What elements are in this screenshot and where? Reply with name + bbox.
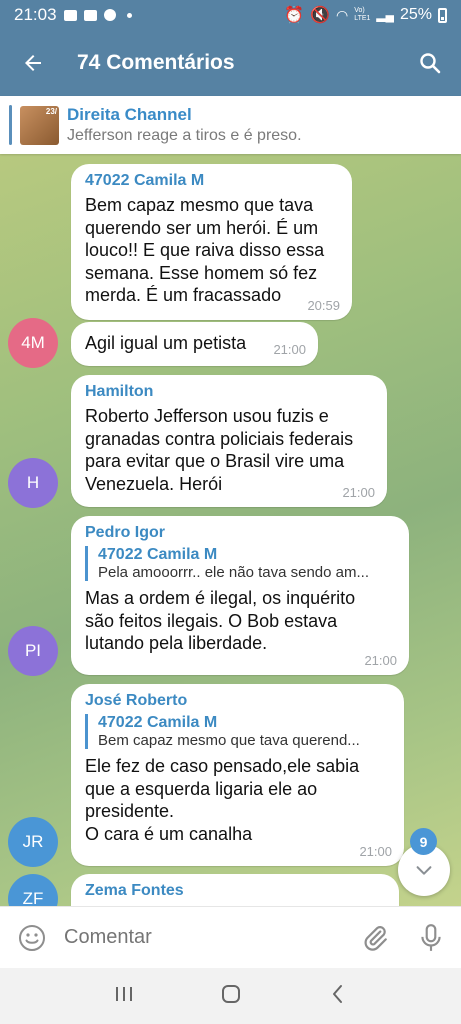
reply-sender: 47022 Camila M [98, 546, 218, 563]
message-time: 20:59 [307, 298, 340, 313]
alarm-icon: ⏰ [284, 7, 305, 24]
recent-apps-icon[interactable] [113, 984, 135, 1009]
status-bar: 21:03 ⏰ 🔇 ◠ Vo) LTE1 ▂▄ 25% [0, 0, 461, 30]
message-time: 21:00 [359, 844, 392, 859]
message-bubble[interactable]: José Roberto 47022 Camila M Bem capaz me… [71, 684, 404, 866]
reply-text: Pela amooorrr.. ele não tava sendo am... [98, 564, 369, 581]
network-label: Vo) LTE1 [354, 7, 371, 22]
message-text: Roberto Jefferson usou fuzis e granadas … [85, 406, 354, 494]
back-arrow-icon[interactable] [0, 30, 66, 96]
youtube-icon [83, 9, 97, 21]
sender-name[interactable]: Hamilton [85, 383, 373, 401]
channel-name: Direita Channel [67, 105, 192, 124]
message-text: Mas a ordem é ilegal, os inquérito são f… [85, 588, 356, 653]
signal-icon: ▂▄ [376, 8, 394, 22]
post-preview: Jefferson reage a tiros e é preso. [67, 127, 302, 144]
thumbnail-badge: 23/ [45, 106, 57, 116]
reply-text: Bem capaz mesmo que tava querend... [98, 732, 360, 749]
sender-name[interactable]: Zema Fontes [85, 882, 385, 900]
reply-sender: 47022 Camila M [98, 714, 218, 731]
chevron-down-icon [416, 866, 432, 875]
comment-composer [0, 906, 461, 968]
comment-input[interactable] [64, 926, 344, 949]
battery-level: 25% [399, 6, 432, 23]
reply-quote[interactable]: 47022 Camila M Pela amooorrr.. ele não t… [85, 546, 395, 581]
message-bubble[interactable]: Hamilton Roberto Jefferson usou fuzis e … [71, 375, 387, 507]
pinned-accent-bar [9, 105, 12, 145]
avatar[interactable]: ZF [8, 874, 58, 906]
sender-name[interactable]: Pedro Igor [85, 524, 395, 542]
wifi-icon: ◠ [336, 6, 349, 23]
battery-icon [438, 7, 447, 23]
mute-icon: 🔇 [310, 7, 331, 24]
message-bubble[interactable]: Agil igual um petista 21:00 [71, 322, 318, 366]
message-time: 21:00 [364, 653, 397, 668]
message-text: Ele fez de caso pensado,ele sabia que a … [85, 756, 360, 844]
message-time: 21:00 [342, 485, 375, 500]
pinned-post[interactable]: 23/ Direita Channel Jefferson reage a ti… [0, 96, 461, 154]
page-title: 74 Comentários [77, 51, 235, 74]
message-bubble[interactable]: Zema Fontes [71, 874, 399, 906]
system-nav-bar [0, 968, 461, 1024]
mic-icon[interactable] [401, 923, 461, 953]
emoji-icon[interactable] [0, 923, 64, 953]
search-icon[interactable] [399, 30, 461, 96]
unread-count-badge: 9 [410, 828, 437, 855]
app-bar: 74 Comentários [0, 30, 461, 96]
avatar[interactable]: H [8, 458, 58, 508]
reply-quote[interactable]: 47022 Camila M Bem capaz mesmo que tava … [85, 714, 390, 749]
comments-list[interactable]: 47022 Camila M Bem capaz mesmo que tava … [0, 154, 461, 906]
avatar[interactable]: 4M [8, 318, 58, 368]
avatar[interactable]: PI [8, 626, 58, 676]
message-text: Agil igual um petista [85, 333, 247, 353]
status-time: 21:03 [14, 5, 57, 24]
message-bubble[interactable]: 47022 Camila M Bem capaz mesmo que tava … [71, 164, 352, 320]
sender-name[interactable]: José Roberto [85, 692, 390, 710]
nav-back-icon[interactable] [328, 983, 348, 1010]
more-notifications-icon [126, 12, 132, 18]
home-icon[interactable] [220, 983, 242, 1010]
notification-icon [103, 9, 116, 21]
post-thumbnail: 23/ [20, 105, 59, 145]
sender-name[interactable]: 47022 Camila M [85, 172, 338, 190]
gallery-icon [63, 9, 77, 21]
message-text: Bem capaz mesmo que tava querendo ser um… [85, 195, 325, 305]
avatar[interactable]: JR [8, 817, 58, 867]
message-time: 21:00 [273, 342, 306, 357]
message-bubble[interactable]: Pedro Igor 47022 Camila M Pela amooorrr.… [71, 516, 409, 675]
attach-icon[interactable] [349, 924, 401, 952]
